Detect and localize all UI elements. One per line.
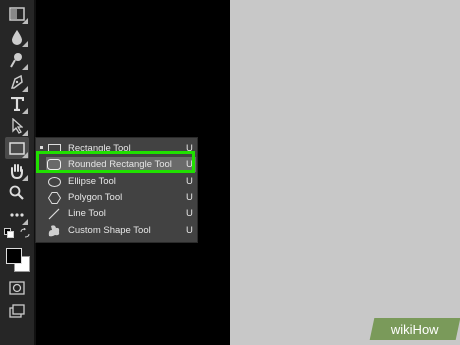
menu-item-label: Custom Shape Tool	[68, 225, 151, 236]
zoom-tool-icon[interactable]	[5, 182, 29, 204]
watermark-text: wikiHow	[391, 321, 439, 337]
menu-item-ellipse-tool[interactable]: Ellipse Tool U	[46, 174, 196, 189]
default-colors-icon[interactable]	[2, 226, 16, 240]
menu-item-custom-shape-tool[interactable]: Custom Shape Tool U	[46, 223, 196, 238]
menu-item-polygon-tool[interactable]: Polygon Tool U	[46, 190, 196, 205]
selection-highlight-box	[36, 151, 195, 173]
dodge-tool-icon[interactable]	[5, 49, 29, 71]
menu-item-shortcut: U	[186, 225, 193, 236]
line-icon	[46, 206, 62, 221]
gradient-tool-icon[interactable]	[5, 3, 29, 25]
menu-item-label: Polygon Tool	[68, 192, 123, 203]
screen-mode-icon[interactable]	[5, 300, 29, 322]
menu-item-label: Line Tool	[68, 208, 106, 219]
menu-item-shortcut: U	[186, 176, 193, 187]
hand-tool-icon[interactable]	[5, 160, 29, 182]
type-tool-icon[interactable]	[5, 93, 29, 115]
document-canvas-light	[230, 0, 460, 345]
quick-mask-icon[interactable]	[5, 277, 29, 299]
active-tool-marker	[40, 146, 43, 149]
menu-item-line-tool[interactable]: Line Tool U	[46, 206, 196, 221]
polygon-icon	[46, 190, 62, 205]
menu-item-shortcut: U	[186, 192, 193, 203]
pen-tool-icon[interactable]	[5, 71, 29, 93]
path-selection-tool-icon[interactable]	[5, 115, 29, 137]
menu-item-label: Ellipse Tool	[68, 176, 116, 187]
shape-tool-icon[interactable]	[5, 137, 29, 159]
more-tools-icon[interactable]	[5, 204, 29, 226]
swap-colors-icon[interactable]	[18, 226, 32, 240]
ellipse-icon	[46, 174, 62, 189]
blur-tool-icon[interactable]	[5, 26, 29, 48]
tools-panel	[0, 0, 36, 345]
foreground-color-swatch[interactable]	[6, 248, 22, 264]
custom-shape-icon	[46, 223, 62, 238]
menu-item-shortcut: U	[186, 208, 193, 219]
watermark-badge: wikiHow	[369, 318, 460, 340]
